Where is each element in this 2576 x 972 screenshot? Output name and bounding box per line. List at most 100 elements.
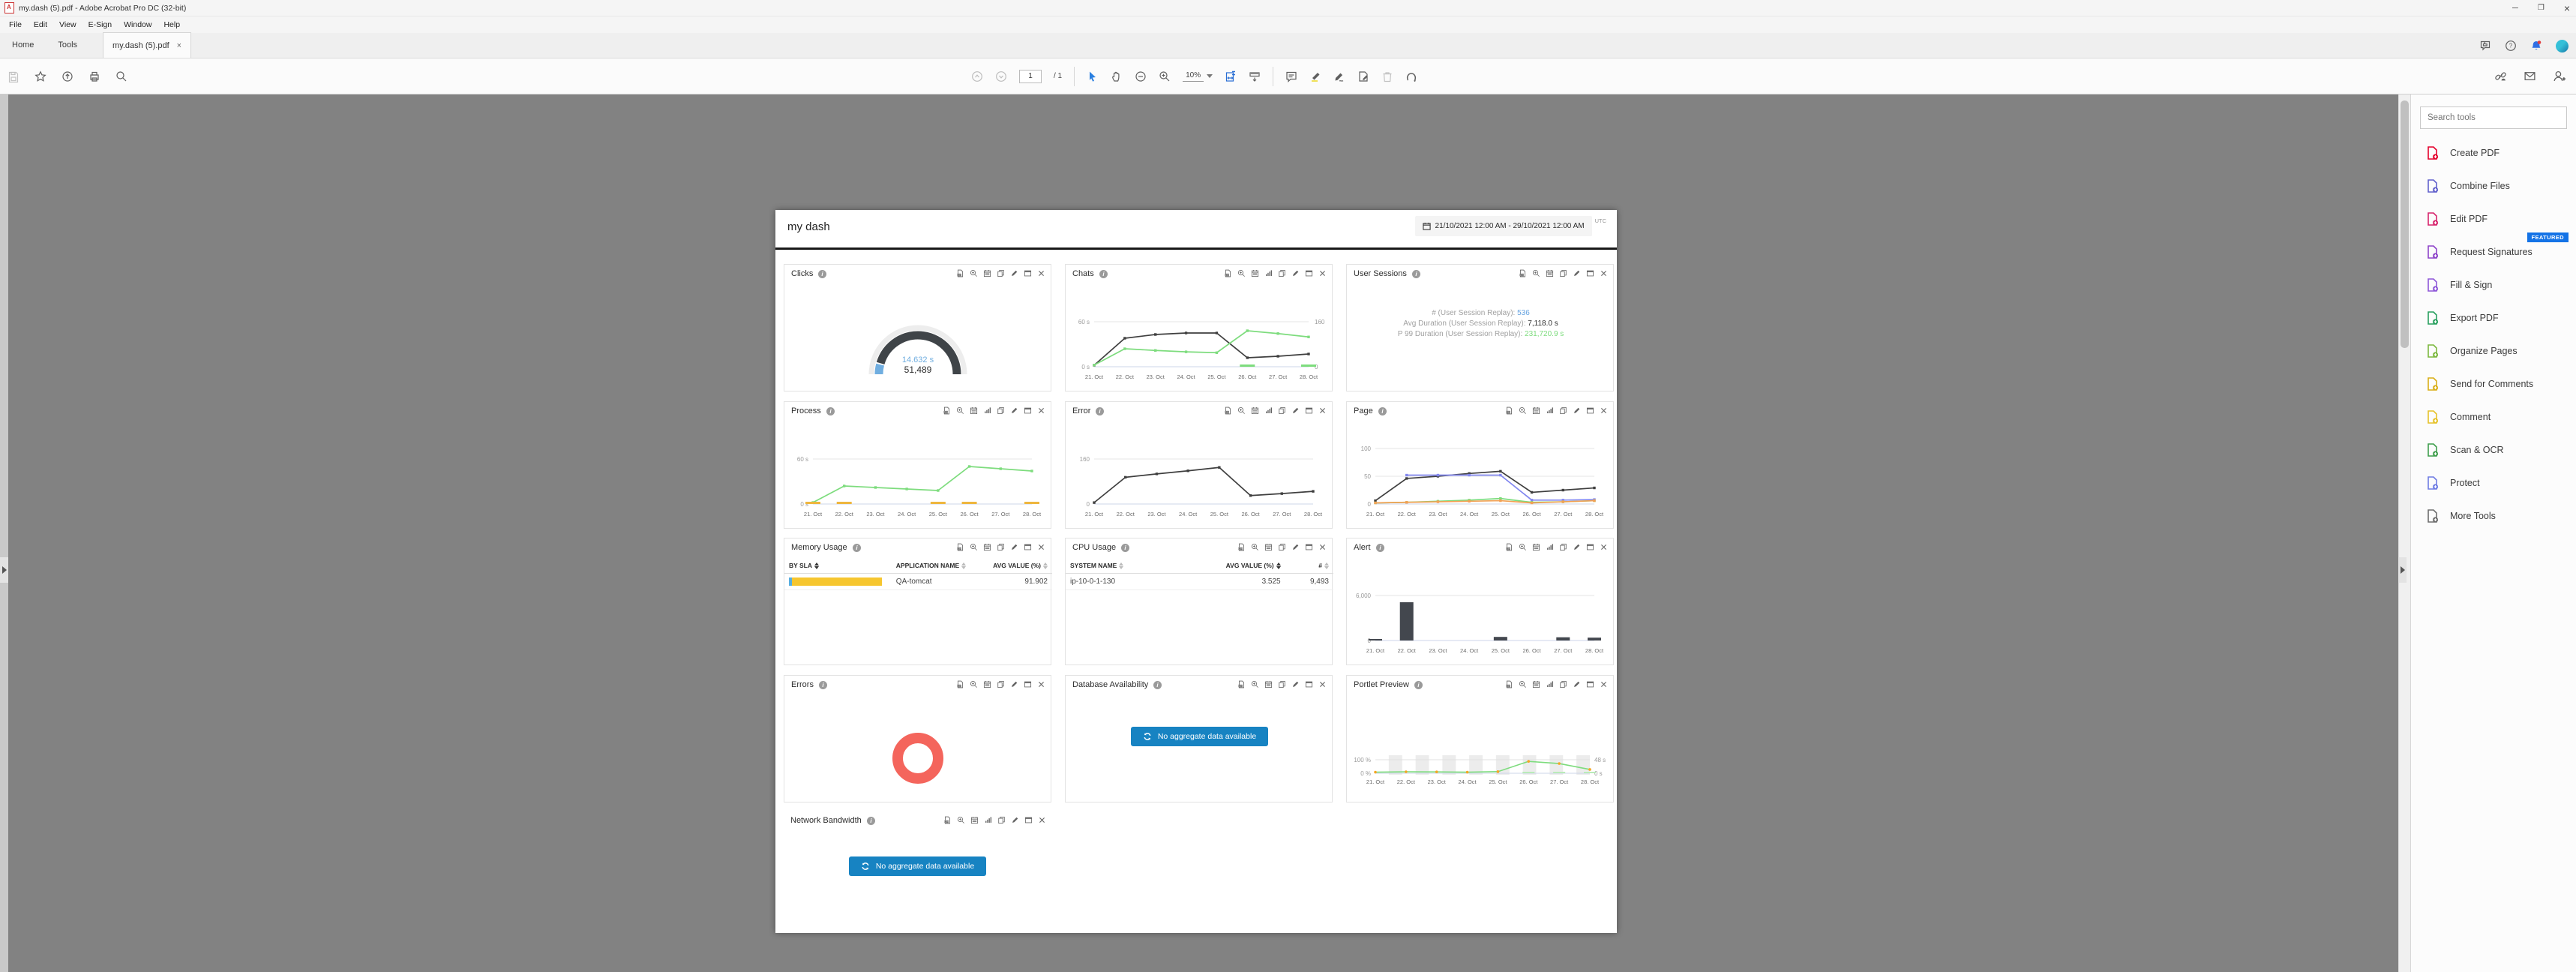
chart-icon[interactable] [1546,680,1554,688]
info-icon[interactable]: i [853,544,861,552]
hand-tool-icon[interactable] [1111,70,1123,82]
calendar-icon[interactable] [1546,269,1554,278]
comment-bubble-icon[interactable] [1285,70,1297,82]
chart-icon[interactable] [984,816,992,824]
notifications-icon[interactable] [2530,40,2542,52]
tool-item-export-pdf[interactable]: Export PDF [2411,302,2576,334]
csv-export-icon[interactable]: CSV [943,406,951,415]
copy-icon[interactable] [1559,680,1567,688]
calendar-icon[interactable] [1251,269,1259,278]
close-icon[interactable] [1600,680,1608,688]
calendar-icon[interactable] [983,543,991,551]
info-icon[interactable]: i [1414,681,1423,689]
csv-export-icon[interactable]: CSV [943,816,952,824]
window-icon[interactable] [1024,269,1032,278]
close-icon[interactable] [1037,269,1045,278]
info-icon[interactable]: i [867,817,875,825]
redo-icon[interactable] [1405,70,1417,82]
edit-icon[interactable] [1573,543,1581,551]
edit-icon[interactable] [1573,406,1581,415]
info-icon[interactable]: i [1121,544,1129,552]
calendar-icon[interactable] [970,406,978,415]
highlight-icon[interactable] [1309,70,1321,82]
column-header[interactable]: APPLICATION NAME [892,558,981,574]
info-icon[interactable]: i [1099,270,1108,278]
close-icon[interactable] [1318,680,1327,688]
print-icon[interactable] [88,70,100,82]
page-down-icon[interactable] [995,70,1007,82]
table-row[interactable]: ip-10-0-1-1303.5259,493 [1066,574,1333,590]
close-tab-icon[interactable]: × [177,41,181,50]
no-data-button[interactable]: No aggregate data available [1131,727,1268,746]
tool-item-scan-ocr[interactable]: Scan & OCR [2411,434,2576,466]
edit-icon[interactable] [1011,816,1019,824]
tool-item-edit-pdf[interactable]: Edit PDF [2411,202,2576,236]
edit-page-icon[interactable] [1357,70,1369,82]
zoom-in-icon[interactable] [1237,269,1246,278]
calendar-icon[interactable] [1264,543,1273,551]
zoom-in-icon[interactable] [970,543,978,551]
fit-width-icon[interactable] [1225,70,1237,82]
close-icon[interactable] [1038,816,1046,824]
zoom-in-icon[interactable] [1251,543,1259,551]
add-user-icon[interactable] [2553,70,2566,82]
chart-icon[interactable] [1264,406,1273,415]
date-range-picker[interactable]: 21/10/2021 12:00 AM - 29/10/2021 12:00 A… [1415,216,1592,236]
menu-esign[interactable]: E-Sign [82,16,118,33]
info-icon[interactable]: i [826,407,835,416]
copy-icon[interactable] [1559,269,1567,278]
info-icon[interactable]: i [1412,270,1420,278]
copy-icon[interactable] [1559,406,1567,415]
copy-icon[interactable] [1278,406,1286,415]
edit-icon[interactable] [1291,543,1300,551]
window-icon[interactable] [1024,543,1032,551]
calendar-icon[interactable] [970,816,979,824]
calendar-icon[interactable] [1532,406,1540,415]
edit-icon[interactable] [1010,543,1018,551]
nav-pane-toggle[interactable] [0,557,8,583]
scrollbar-thumb[interactable] [2401,100,2409,348]
restore-icon[interactable]: ❐ [2538,0,2545,16]
edit-icon[interactable] [1573,680,1581,688]
copy-icon[interactable] [1278,543,1286,551]
csv-export-icon[interactable]: CSV [1505,680,1513,688]
menu-help[interactable]: Help [157,16,186,33]
document-scrollbar[interactable] [2398,94,2410,972]
menu-view[interactable]: View [53,16,82,33]
info-icon[interactable]: i [1376,544,1384,552]
zoom-in-icon[interactable] [956,406,964,415]
zoom-in-icon[interactable] [970,680,978,688]
window-icon[interactable] [1305,543,1313,551]
csv-export-icon[interactable]: CSV [1237,543,1246,551]
info-icon[interactable]: i [819,681,827,689]
calendar-icon[interactable] [1532,680,1540,688]
zoom-in-icon[interactable] [1519,680,1527,688]
copy-icon[interactable] [997,680,1005,688]
column-header[interactable]: AVG VALUE (%) [980,558,1052,574]
tab-tools[interactable]: Tools [46,33,89,58]
measure-icon[interactable] [1249,70,1261,82]
copy-icon[interactable] [997,269,1005,278]
trash-icon[interactable] [1381,70,1393,82]
window-icon[interactable] [1586,543,1594,551]
copy-icon[interactable] [1278,680,1286,688]
calendar-icon[interactable] [983,269,991,278]
csv-export-icon[interactable]: CSV [1519,269,1527,278]
csv-export-icon[interactable]: CSV [1224,406,1232,415]
info-icon[interactable]: i [1096,407,1104,416]
chart-icon[interactable] [1546,406,1554,415]
tab-home[interactable]: Home [0,33,46,58]
window-icon[interactable] [1305,406,1313,415]
zoom-in-icon[interactable] [970,269,978,278]
calendar-icon[interactable] [1251,406,1259,415]
column-header[interactable]: AVG VALUE (%) [1174,558,1285,574]
window-icon[interactable] [1305,269,1313,278]
chart-icon[interactable] [1546,543,1554,551]
menu-edit[interactable]: Edit [28,16,53,33]
copy-icon[interactable] [1278,269,1286,278]
zoom-in-icon[interactable] [1532,269,1540,278]
zoom-in-icon[interactable] [1237,406,1246,415]
help-icon[interactable]: ? [2505,40,2517,52]
close-icon[interactable] [1600,406,1608,415]
tab-document[interactable]: my.dash (5).pdf× [103,32,191,58]
